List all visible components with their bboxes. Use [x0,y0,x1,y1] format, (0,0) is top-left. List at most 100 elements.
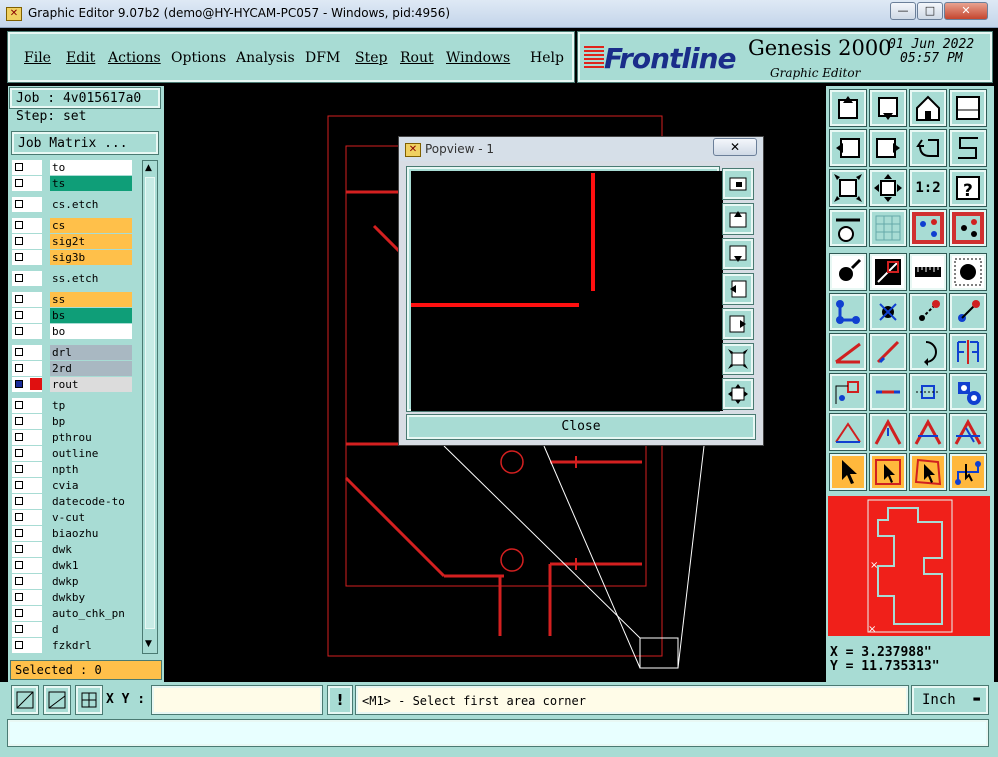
layer-name[interactable]: bp [50,414,132,429]
layer-row[interactable]: dwk [12,542,132,557]
layer-checkbox[interactable] [12,638,42,653]
layer-row[interactable]: npth [12,462,132,477]
layer-checkbox[interactable] [12,430,42,445]
layer-name[interactable]: drl [50,345,132,360]
undo-view-icon[interactable] [909,129,947,167]
layer-checkbox[interactable] [12,197,42,212]
rout-chain-icon[interactable] [829,413,867,451]
rout-plus-icon[interactable] [909,413,947,451]
pad-select-icon[interactable] [949,253,987,291]
layer-name[interactable]: dwk [50,542,132,557]
layer-checkbox[interactable] [12,510,42,525]
layer-row[interactable]: pthrou [12,430,132,445]
layer-row[interactable]: auto_chk_pn [12,606,132,621]
layer-checkbox[interactable] [12,462,42,477]
layer-checkbox[interactable] [12,271,42,286]
resize-pad-icon[interactable] [909,373,947,411]
scroll-up-icon[interactable]: ▲ [145,163,152,173]
layer-name[interactable]: dwkp [50,574,132,589]
pad-to-node-icon[interactable] [829,373,867,411]
layer-row[interactable]: cs.etch [12,197,132,212]
layer-name[interactable]: datecode-to [50,494,132,509]
layer-name[interactable]: v-cut [50,510,132,525]
pan-down-icon[interactable] [869,89,907,127]
menu-options[interactable]: Options [171,50,226,66]
pan-left-icon[interactable] [829,129,867,167]
layer-checkbox[interactable] [12,574,42,589]
board-overview[interactable]: × × [828,496,990,636]
layer-row[interactable]: bs [12,308,132,323]
layer-checkbox[interactable] [12,542,42,557]
layer-name[interactable]: ts [50,176,132,191]
help-icon[interactable]: ? [949,169,987,207]
layer-name[interactable]: ss [50,292,132,307]
layer-checkbox[interactable] [12,526,42,541]
redraw-icon[interactable] [949,129,987,167]
menu-dfm[interactable]: DFM [305,50,340,66]
layer-name[interactable]: dwk1 [50,558,132,573]
layer-checkbox[interactable] [12,176,42,191]
zoom-in-icon[interactable] [869,169,907,207]
cut-line-icon[interactable] [869,373,907,411]
zoom-in-button[interactable] [722,378,754,410]
layer-row[interactable]: bo [12,324,132,339]
flip-feature-icon[interactable] [949,333,987,371]
layer-row[interactable]: sig2t [12,234,132,249]
layer-row[interactable]: 2rd [12,361,132,376]
layer-checkbox[interactable] [12,218,42,233]
pan-up-icon[interactable] [829,89,867,127]
close-window-button[interactable]: ✕ [944,2,988,20]
zoom-out-icon[interactable] [829,169,867,207]
layer-row[interactable]: tp [12,398,132,413]
home-icon[interactable] [909,89,947,127]
snap-tool-icon[interactable] [909,209,947,247]
select-net-icon[interactable] [949,453,987,491]
popview-close-icon[interactable]: ✕ [713,138,757,156]
popview-canvas[interactable] [411,171,723,411]
measure-icon[interactable] [869,253,907,291]
layer-row[interactable]: sig3b [12,250,132,265]
maximize-button[interactable]: □ [917,2,943,20]
layer-checkbox[interactable] [12,345,42,360]
layer-name[interactable]: pthrou [50,430,132,445]
menu-file[interactable]: File [24,50,51,66]
layer-name[interactable]: d [50,622,132,637]
delete-feature-icon[interactable] [869,293,907,331]
layer-checkbox[interactable] [12,494,42,509]
layer-name[interactable]: to [50,160,132,175]
layer-name[interactable]: tp [50,398,132,413]
layer-name[interactable]: npth [50,462,132,477]
move-feature-icon[interactable] [909,293,947,331]
layer-name[interactable]: fzkdrl [50,638,132,653]
select-pointer-icon[interactable] [829,453,867,491]
layer-checkbox[interactable] [12,398,42,413]
rout-cross-icon[interactable] [949,413,987,451]
layer-scrollbar[interactable]: ▲ ▼ [142,160,158,654]
layer-name[interactable]: auto_chk_pn [50,606,132,621]
layer-checkbox[interactable] [12,234,42,249]
layer-row[interactable]: drl [12,345,132,360]
layer-checkbox[interactable] [12,590,42,605]
layer-name[interactable]: cs [50,218,132,233]
arc-icon[interactable] [909,333,947,371]
feature-info-icon[interactable] [829,253,867,291]
ruler-icon[interactable] [909,253,947,291]
layer-checkbox[interactable] [12,414,42,429]
snap-angle-icon[interactable] [43,685,71,715]
layer-row[interactable]: biaozhu [12,526,132,541]
select-box-icon[interactable] [869,453,907,491]
add-line-icon[interactable] [829,333,867,371]
layer-row[interactable]: ts [12,176,132,191]
pan-up-button[interactable] [722,203,754,235]
rout-add-icon[interactable] [869,413,907,451]
layer-name[interactable]: bo [50,324,132,339]
layer-row[interactable]: datecode-to [12,494,132,509]
scroll-down-icon[interactable]: ▼ [145,639,152,649]
job-matrix-button[interactable]: Job Matrix ... [11,131,159,155]
zoom-1-2-icon[interactable]: 1:2 [909,169,947,207]
select-poly-icon[interactable] [909,453,947,491]
palette-settings-icon[interactable] [829,209,867,247]
layer-checkbox[interactable] [12,622,42,637]
pan-right-button[interactable] [722,308,754,340]
layer-row[interactable]: rout [12,377,132,392]
